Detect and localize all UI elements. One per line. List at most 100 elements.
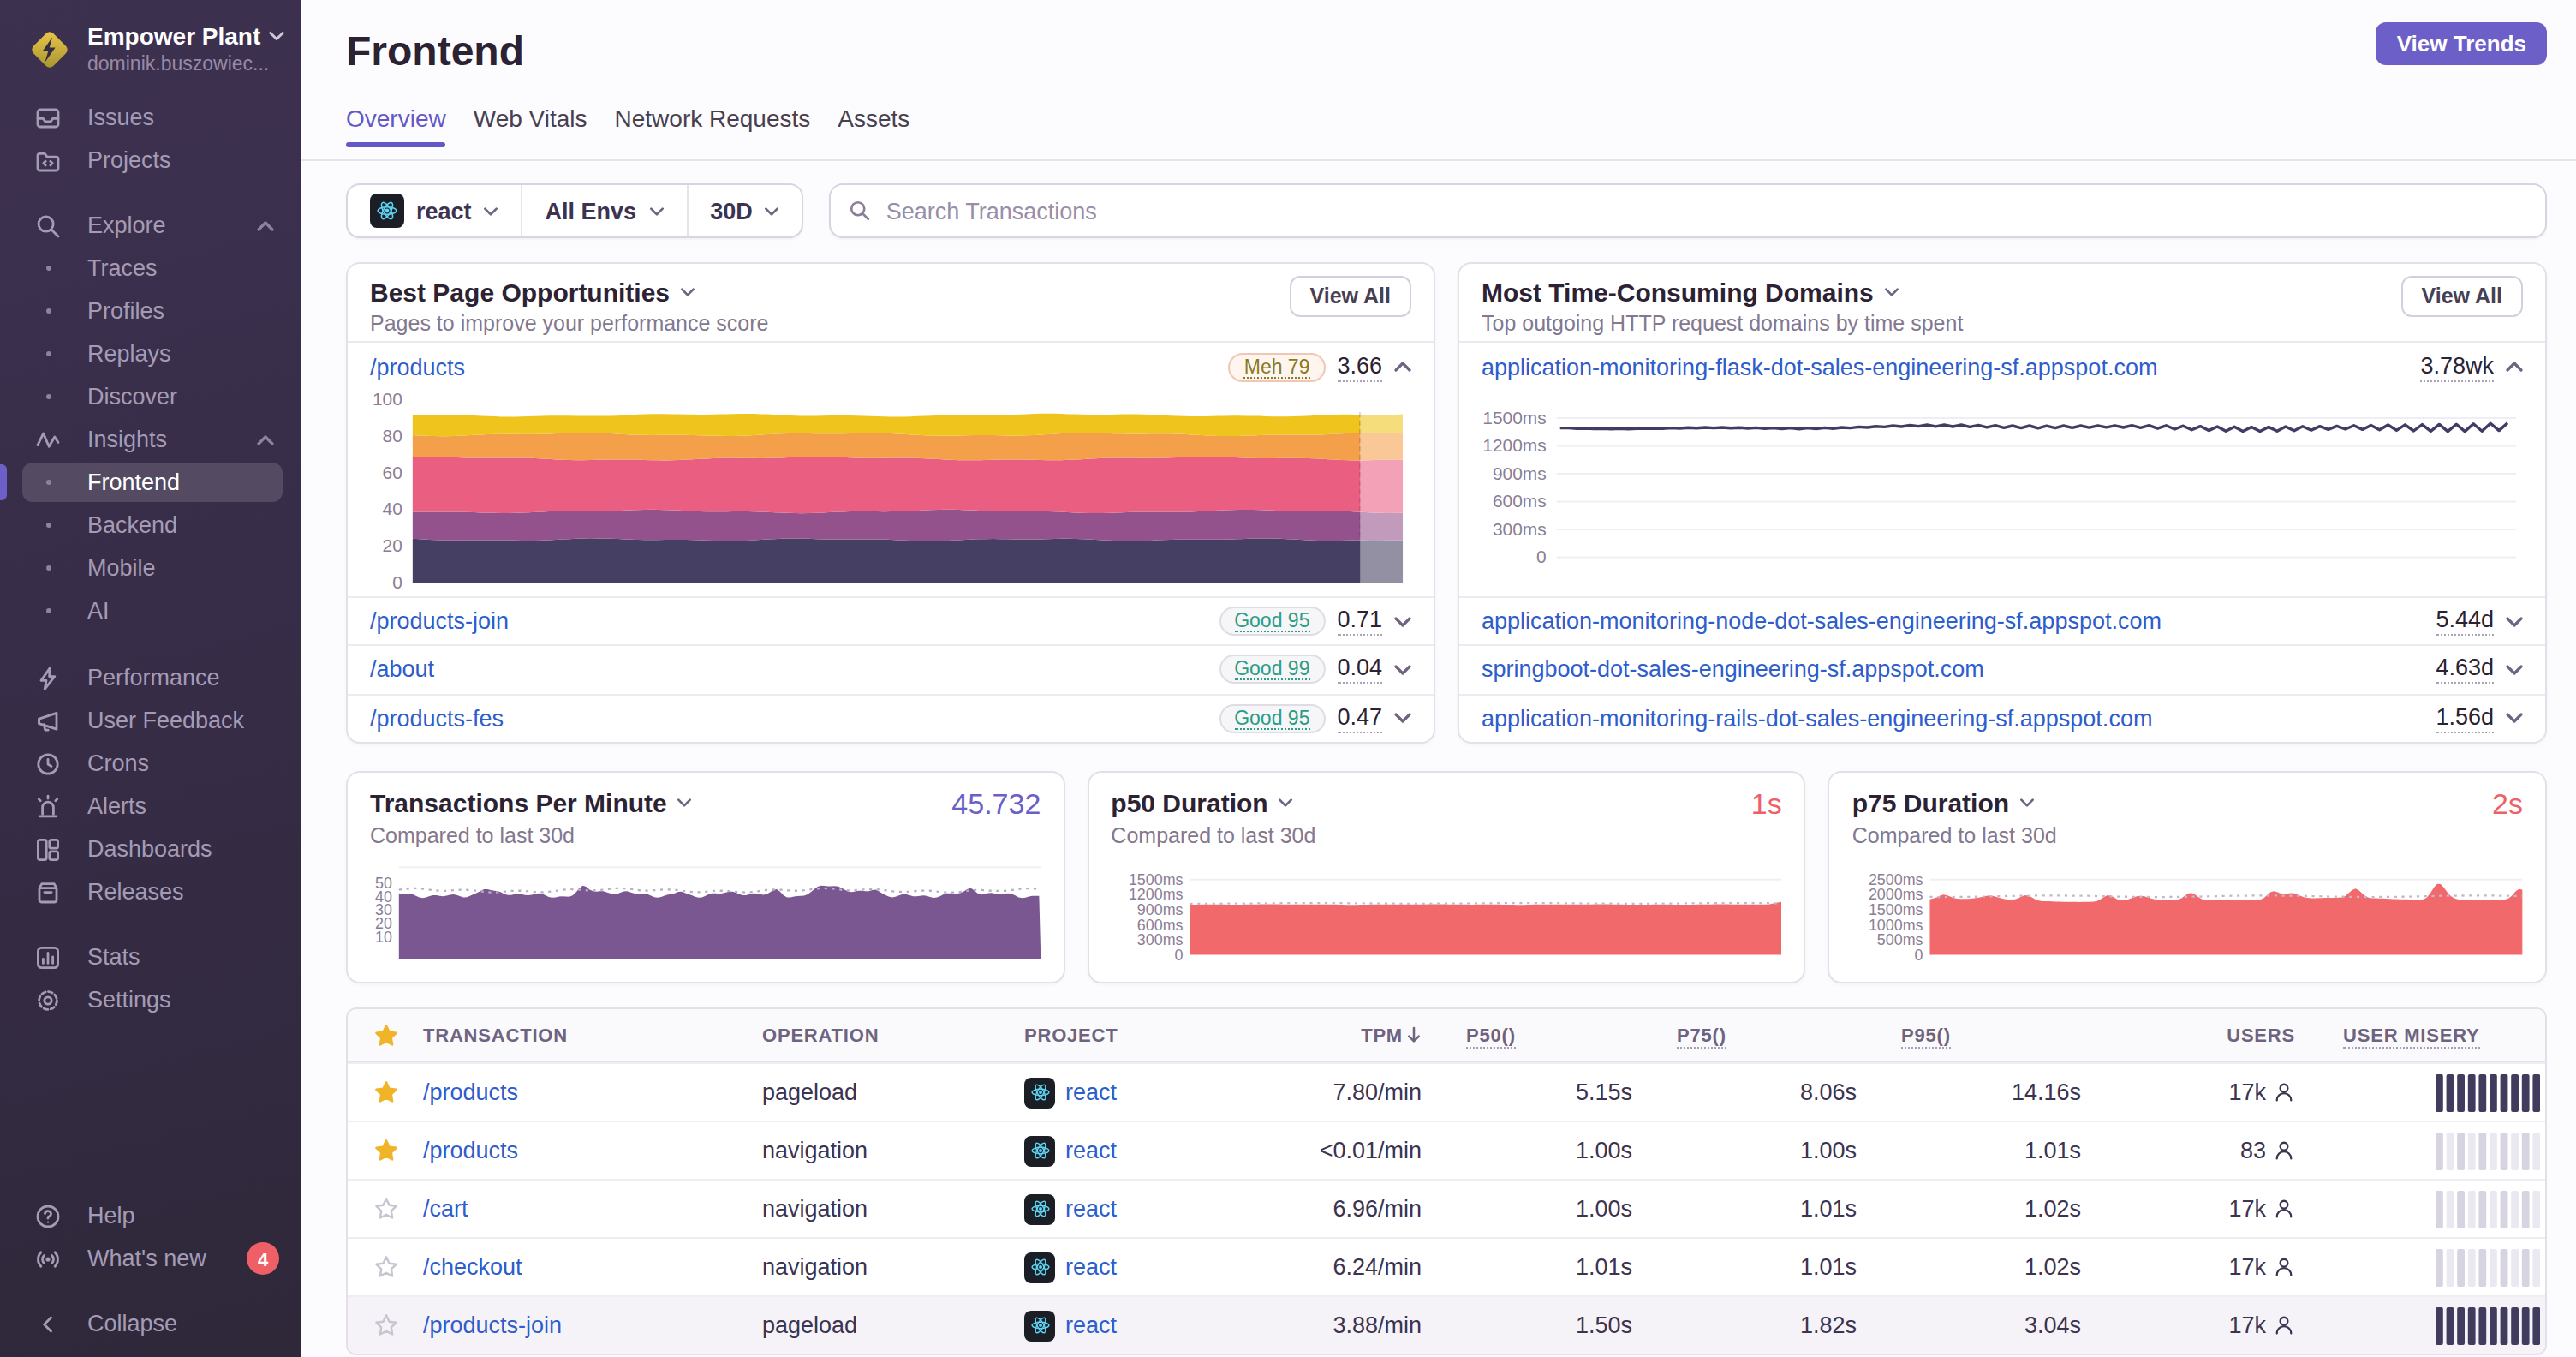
- col-operation[interactable]: OPERATION: [762, 1025, 1024, 1045]
- sidebar-item-help[interactable]: Help: [0, 1194, 301, 1237]
- environment-filter[interactable]: All Envs: [523, 185, 687, 236]
- row-link[interactable]: /products: [370, 354, 465, 380]
- chevron-down-icon[interactable]: [2506, 616, 2523, 626]
- search-input[interactable]: [886, 198, 2528, 224]
- sidebar-item-whats-new[interactable]: What's new4: [0, 1237, 301, 1280]
- score-badge[interactable]: Good 95: [1219, 704, 1325, 733]
- sidebar-item-releases[interactable]: Releases: [0, 870, 301, 913]
- sidebar-item-frontend[interactable]: Frontend: [0, 461, 301, 504]
- sidebar-item-insights[interactable]: Insights: [0, 418, 301, 461]
- sidebar-item-backend[interactable]: Backend: [0, 504, 301, 547]
- row-value[interactable]: 0.71: [1337, 607, 1382, 636]
- project-filter[interactable]: react: [348, 185, 522, 236]
- sidebar-item-label: Collapse: [87, 1311, 177, 1336]
- tab-network-requests[interactable]: Network Requests: [615, 105, 811, 147]
- table-row: /productsnavigationreact<0.01/min1.00s1.…: [348, 1121, 2545, 1179]
- view-all-button[interactable]: View All: [2401, 276, 2524, 317]
- project-link[interactable]: react: [1065, 1312, 1117, 1338]
- sidebar-item-collapse[interactable]: Collapse: [0, 1302, 301, 1345]
- view-trends-button[interactable]: View Trends: [2376, 22, 2547, 65]
- col-user-misery[interactable]: USER MISERY: [2295, 1025, 2545, 1045]
- score-badge[interactable]: Good 95: [1219, 607, 1325, 636]
- project-cell: react: [1024, 1077, 1281, 1108]
- project-link[interactable]: react: [1065, 1254, 1117, 1280]
- col-p50[interactable]: P50(): [1422, 1025, 1632, 1045]
- transaction-link[interactable]: /products: [423, 1079, 518, 1105]
- row-link[interactable]: springboot-dot-sales-engineering-sf.apps…: [1482, 657, 1984, 683]
- chevron-down-icon[interactable]: [1394, 665, 1411, 675]
- col-project[interactable]: PROJECT: [1024, 1025, 1281, 1045]
- row-link[interactable]: /products-fes: [370, 706, 504, 732]
- star-filled-icon[interactable]: [348, 1079, 423, 1105]
- row-value[interactable]: 4.63d: [2436, 655, 2494, 684]
- metric-cards: Transactions Per Minute45.732Compared to…: [346, 771, 2547, 983]
- row-link[interactable]: /products-join: [370, 608, 509, 634]
- sidebar-item-crons[interactable]: Crons: [0, 742, 301, 785]
- transaction-link[interactable]: /products-join: [423, 1312, 562, 1338]
- star-column-header[interactable]: [348, 1022, 423, 1048]
- row-link[interactable]: application-monitoring-flask-dot-sales-e…: [1482, 354, 2157, 380]
- col-tpm[interactable]: TPM: [1281, 1025, 1422, 1045]
- star-outline-icon[interactable]: [348, 1254, 423, 1280]
- org-switcher[interactable]: Empower Plant dominik.buszowiec...: [27, 22, 288, 94]
- star-outline-icon[interactable]: [348, 1312, 423, 1338]
- sidebar-item-mobile[interactable]: Mobile: [0, 547, 301, 589]
- sidebar-item-projects[interactable]: Projects: [0, 139, 301, 182]
- sidebar-item-profiles[interactable]: Profiles: [0, 290, 301, 332]
- transaction-link[interactable]: /checkout: [423, 1254, 522, 1280]
- project-link[interactable]: react: [1065, 1079, 1117, 1105]
- row-value[interactable]: 3.66: [1337, 352, 1382, 381]
- sidebar-item-stats[interactable]: Stats: [0, 936, 301, 978]
- col-transaction[interactable]: TRANSACTION: [423, 1025, 762, 1045]
- view-all-button[interactable]: View All: [1290, 276, 1412, 317]
- row-value[interactable]: 0.47: [1337, 704, 1382, 733]
- sidebar-item-discover[interactable]: Discover: [0, 375, 301, 418]
- user-icon: [2273, 1256, 2295, 1278]
- date-range-filter[interactable]: 30D: [688, 185, 802, 236]
- star-outline-icon[interactable]: [348, 1196, 423, 1222]
- col-users[interactable]: USERS: [2081, 1025, 2295, 1045]
- chevron-up-icon[interactable]: [1394, 362, 1411, 372]
- chevron-down-icon[interactable]: [2506, 714, 2523, 724]
- chevron-down-icon[interactable]: [2506, 665, 2523, 675]
- star-filled-icon[interactable]: [348, 1138, 423, 1163]
- score-badge[interactable]: Good 99: [1219, 655, 1325, 684]
- col-p95[interactable]: P95(): [1857, 1025, 2081, 1045]
- card-title[interactable]: p75 Duration: [1852, 788, 2009, 817]
- chevron-up-icon[interactable]: [2506, 362, 2523, 372]
- sidebar-item-explore[interactable]: Explore: [0, 204, 301, 247]
- tab-overview[interactable]: Overview: [346, 105, 446, 147]
- panel-title[interactable]: Most Time-Consuming Domains: [1482, 278, 1874, 307]
- sidebar-item-settings[interactable]: Settings: [0, 978, 301, 1021]
- row-value[interactable]: 5.44d: [2436, 607, 2494, 636]
- card-title[interactable]: Transactions Per Minute: [370, 788, 667, 817]
- transaction-link[interactable]: /cart: [423, 1196, 468, 1222]
- sidebar-item-alerts[interactable]: Alerts: [0, 785, 301, 828]
- user-misery-bars: [2295, 1248, 2545, 1286]
- project-link[interactable]: react: [1065, 1196, 1117, 1222]
- sidebar-item-ai[interactable]: AI: [0, 589, 301, 632]
- sidebar-item-performance[interactable]: Performance: [0, 656, 301, 699]
- row-link[interactable]: application-monitoring-rails-dot-sales-e…: [1482, 706, 2152, 732]
- score-badge[interactable]: Meh 79: [1229, 352, 1326, 381]
- chevron-down-icon[interactable]: [1394, 616, 1411, 626]
- tab-assets[interactable]: Assets: [838, 105, 909, 147]
- project-link[interactable]: react: [1065, 1138, 1117, 1163]
- row-value[interactable]: 1.56d: [2436, 704, 2494, 733]
- row-link[interactable]: /about: [370, 657, 434, 683]
- sidebar-item-user-feedback[interactable]: User Feedback: [0, 699, 301, 742]
- settings-icon: [34, 986, 62, 1013]
- row-value[interactable]: 3.78wk: [2420, 352, 2494, 381]
- sidebar-item-issues[interactable]: Issues: [0, 96, 301, 139]
- row-value[interactable]: 0.04: [1337, 655, 1382, 684]
- sidebar-item-dashboards[interactable]: Dashboards: [0, 828, 301, 870]
- col-p75[interactable]: P75(): [1632, 1025, 1857, 1045]
- panel-title[interactable]: Best Page Opportunities: [370, 278, 670, 307]
- transaction-link[interactable]: /products: [423, 1138, 518, 1163]
- row-link[interactable]: application-monitoring-node-dot-sales-en…: [1482, 608, 2162, 634]
- sidebar-item-traces[interactable]: Traces: [0, 247, 301, 290]
- sidebar-item-replays[interactable]: Replays: [0, 332, 301, 375]
- tab-web-vitals[interactable]: Web Vitals: [474, 105, 587, 147]
- chevron-down-icon[interactable]: [1394, 714, 1411, 724]
- card-title[interactable]: p50 Duration: [1111, 788, 1267, 817]
